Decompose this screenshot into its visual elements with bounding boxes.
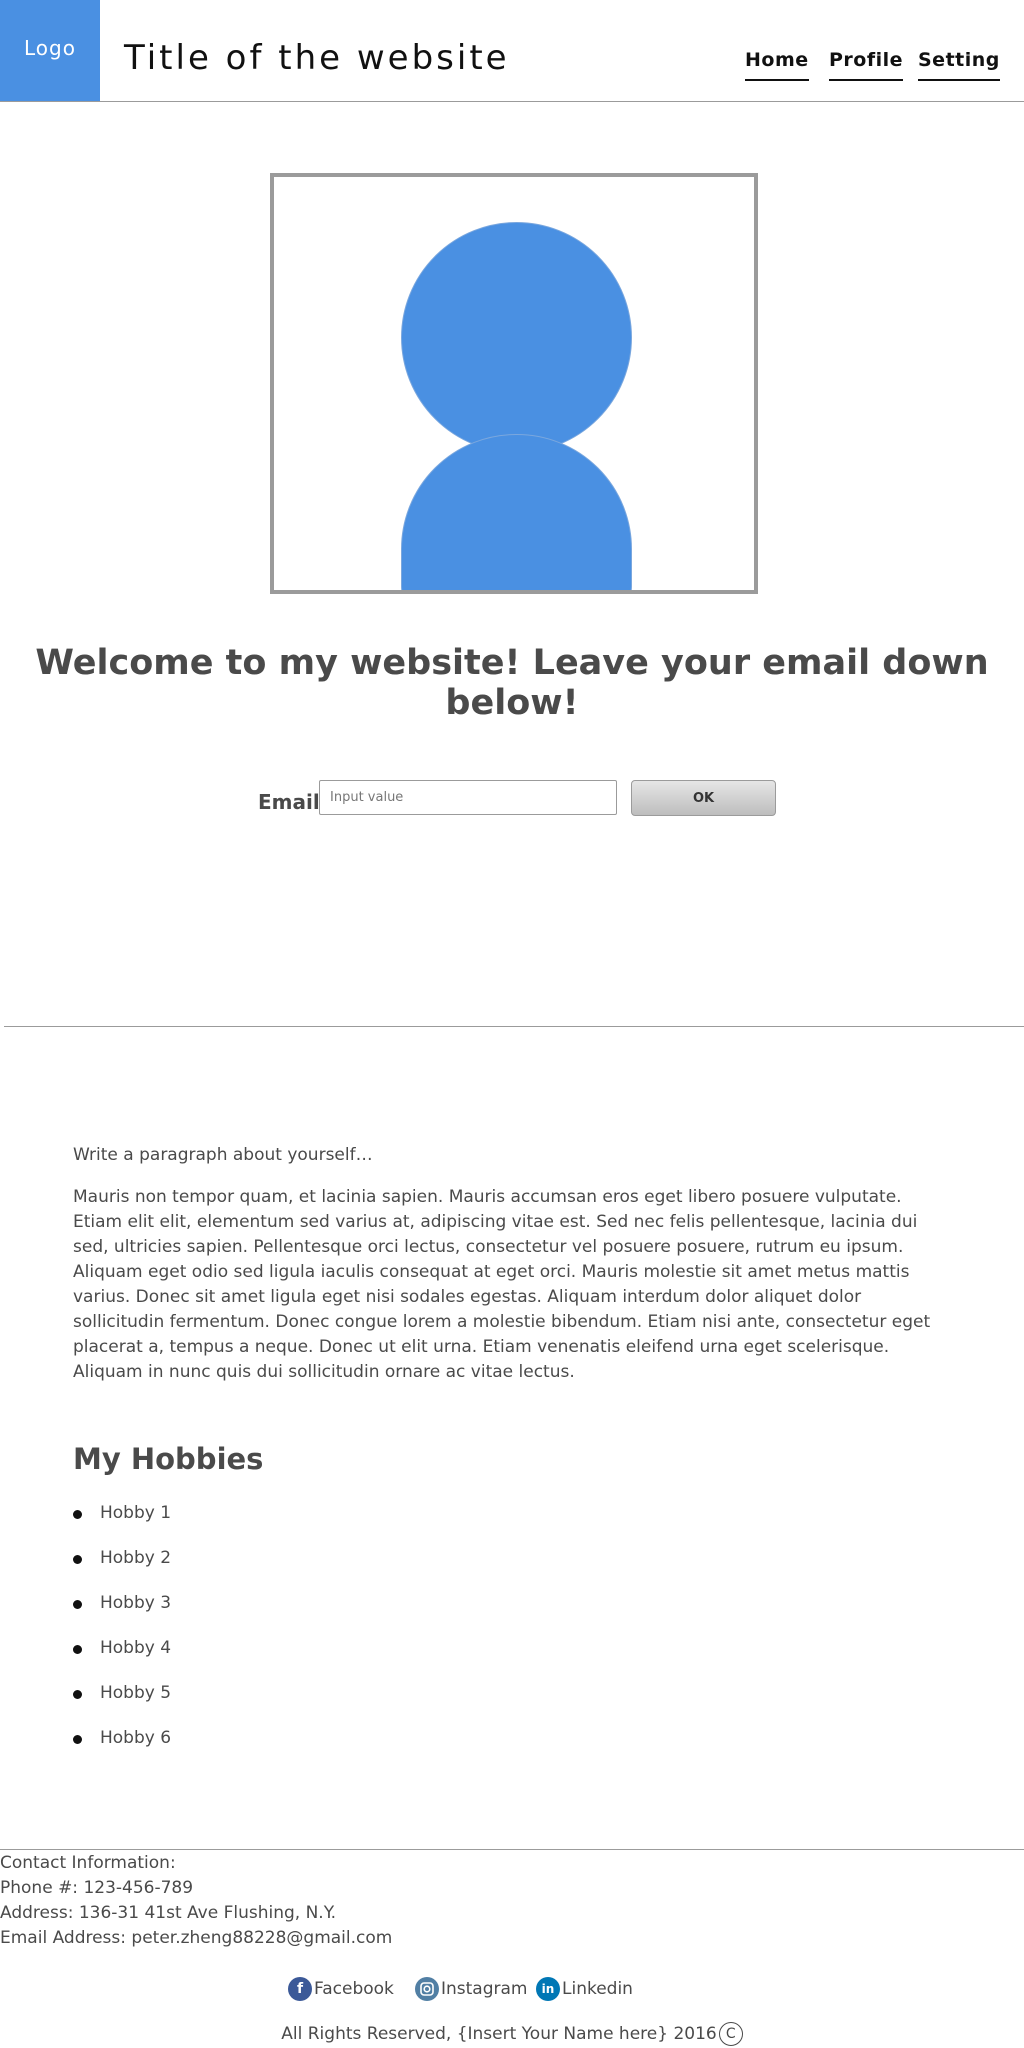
- linkedin-label: Linkedin: [562, 1979, 633, 1999]
- list-item: Hobby 3: [73, 1588, 171, 1633]
- nav-profile[interactable]: Profile: [829, 49, 904, 81]
- facebook-label: Facebook: [314, 1979, 394, 1999]
- contact-email: Email Address: peter.zheng88228@gmail.co…: [0, 1928, 393, 1948]
- nav-setting[interactable]: Setting: [918, 49, 1000, 81]
- avatar-body: [401, 434, 632, 590]
- logo[interactable]: Logo: [0, 0, 100, 101]
- email-label: Email:: [258, 790, 328, 814]
- footer-divider: [0, 1849, 1024, 1850]
- list-item: Hobby 1: [73, 1498, 171, 1543]
- list-item: Hobby 5: [73, 1678, 171, 1723]
- section-divider: [4, 1026, 1024, 1027]
- contact-heading: Contact Information:: [0, 1853, 176, 1873]
- welcome-heading: Welcome to my website! Leave your email …: [35, 643, 989, 723]
- logo-text: Logo: [24, 36, 76, 60]
- linkedin-icon: in: [536, 1977, 560, 2001]
- instagram-link[interactable]: Instagram: [415, 1977, 528, 2001]
- instagram-icon: [415, 1977, 439, 2001]
- linkedin-link[interactable]: in Linkedin: [536, 1977, 633, 2001]
- hobby-list: Hobby 1 Hobby 2 Hobby 3 Hobby 4 Hobby 5 …: [73, 1498, 171, 1768]
- facebook-icon: f: [288, 1977, 312, 2001]
- email-field[interactable]: [319, 780, 617, 815]
- site-header: Logo Title of the website Home Profile S…: [0, 0, 1024, 102]
- site-title: Title of the website: [124, 38, 510, 78]
- about-paragraph: Mauris non tempor quam, et lacinia sapie…: [73, 1187, 931, 1382]
- facebook-link[interactable]: f Facebook: [288, 1977, 394, 2001]
- contact-phone: Phone #: 123-456-789: [0, 1878, 194, 1898]
- copyright: All Rights Reserved, {Insert Your Name h…: [0, 2022, 1024, 2046]
- ok-button[interactable]: OK: [631, 780, 776, 816]
- avatar-icon: [270, 173, 758, 594]
- contact-address: Address: 136-31 41st Ave Flushing, N.Y.: [0, 1903, 337, 1923]
- nav-home[interactable]: Home: [745, 49, 809, 81]
- avatar-head: [401, 222, 632, 453]
- contact-info: Contact Information: Phone #: 123-456-78…: [0, 1851, 392, 1951]
- hobbies-heading: My Hobbies: [73, 1442, 264, 1476]
- list-item: Hobby 2: [73, 1543, 171, 1588]
- copyright-text: All Rights Reserved, {Insert Your Name h…: [281, 2024, 717, 2044]
- list-item: Hobby 6: [73, 1723, 171, 1768]
- list-item: Hobby 4: [73, 1633, 171, 1678]
- about-intro: Write a paragraph about yourself…: [73, 1145, 373, 1165]
- copyright-icon: C: [718, 2022, 743, 2046]
- instagram-label: Instagram: [441, 1979, 528, 1999]
